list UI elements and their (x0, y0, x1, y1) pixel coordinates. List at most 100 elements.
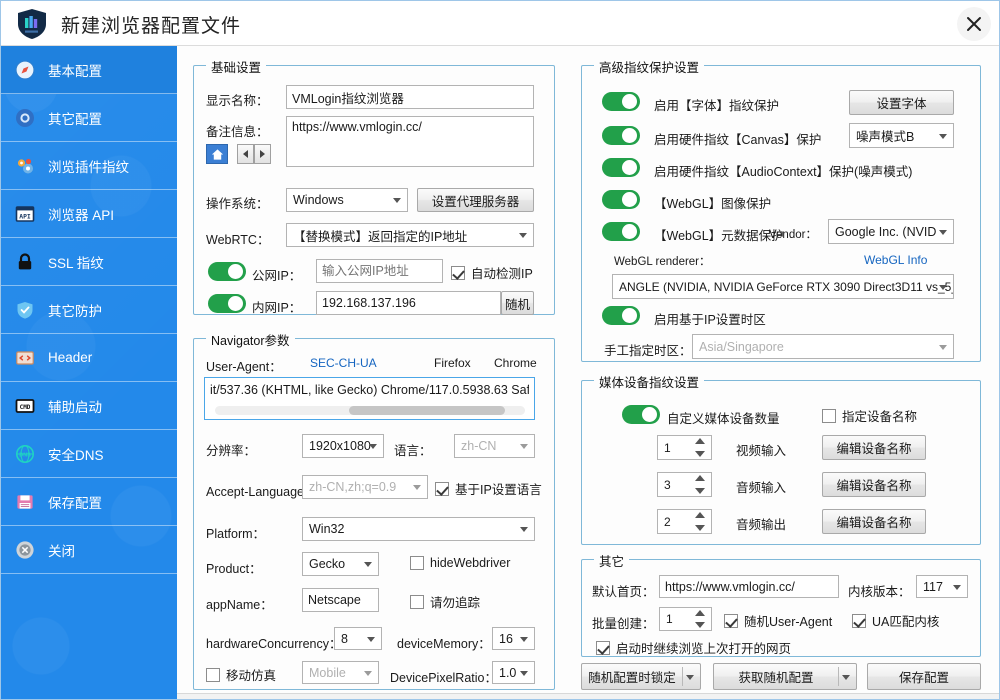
sidebar-item-plugin-fingerprint[interactable]: 浏览插件指纹 (1, 142, 177, 190)
sidebar-item-save-config[interactable]: 保存配置 (1, 478, 177, 526)
sec-ch-ua-tab[interactable]: SEC-CH-UA (310, 356, 377, 370)
sidebar-item-basic-config[interactable]: 基本配置 (1, 46, 177, 94)
spinner-down-icon[interactable] (695, 451, 705, 457)
webgl-renderer-select[interactable]: ANGLE (NVIDIA, NVIDIA GeForce RTX 3090 D… (612, 274, 954, 299)
sidebar-item-label: 其它配置 (48, 111, 102, 127)
sidebar-item-label: Header (48, 350, 93, 365)
platform-select[interactable]: Win32 (302, 517, 535, 541)
device-pixel-ratio-select[interactable]: 1.0 (492, 661, 535, 684)
close-circle-icon (14, 539, 36, 561)
vendor-select[interactable]: Google Inc. (NVID (828, 219, 954, 244)
edit-audio-input-device-name-button[interactable]: 编辑设备名称 (822, 472, 926, 497)
homepage-input[interactable] (659, 575, 839, 598)
spinner-up-icon[interactable] (695, 610, 705, 616)
chrome-ua-tab[interactable]: Chrome (494, 356, 537, 370)
sidebar-item-secure-dns[interactable]: DNS 安全DNS (1, 430, 177, 478)
language-select[interactable]: zh-CN (454, 434, 535, 458)
manual-timezone-select[interactable]: Asia/Singapore (692, 334, 954, 359)
canvas-mode-select[interactable]: 噪声模式B (849, 123, 954, 148)
os-select[interactable]: Windows (286, 188, 408, 212)
custom-media-count-toggle[interactable] (622, 405, 660, 424)
canvas-protect-toggle[interactable] (602, 126, 640, 145)
batch-create-spinner[interactable]: 1 (659, 607, 712, 631)
spinner-up-icon[interactable] (695, 475, 705, 481)
webrtc-select[interactable]: 【替换模式】返回指定的IP地址 (286, 223, 534, 247)
video-input-spinner[interactable]: 1 (657, 435, 712, 460)
random-user-agent-checkbox[interactable]: 随机User-Agent (724, 611, 832, 630)
language-label: 语言： (394, 444, 432, 458)
sidebar-item-browser-api[interactable]: API 浏览器 API (1, 190, 177, 238)
sidebar-item-assist-launch[interactable]: CMD 辅助启动 (1, 382, 177, 430)
lan-ip-input[interactable] (316, 291, 501, 315)
webgl-image-toggle[interactable] (602, 190, 640, 209)
appname-input[interactable] (302, 588, 379, 612)
spinner-up-icon[interactable] (695, 438, 705, 444)
chevron-down-icon (364, 670, 372, 676)
resolution-label: 分辨率： (206, 444, 257, 458)
group-title: Navigator参数 (206, 330, 295, 349)
remark-textarea[interactable]: https://www.vmlogin.cc/ (286, 116, 534, 167)
auto-detect-ip-checkbox[interactable]: 自动检测IP (451, 263, 533, 282)
hide-webdriver-checkbox[interactable]: hideWebdriver (410, 556, 510, 570)
triangle-right-icon[interactable] (254, 144, 271, 164)
webgl-info-link[interactable]: WebGL Info (864, 253, 927, 267)
do-not-track-checkbox[interactable]: 请勿追踪 (410, 592, 480, 611)
firefox-ua-tab[interactable]: Firefox (434, 356, 471, 370)
floppy-save-icon (14, 491, 36, 513)
audio-output-value: 2 (664, 514, 671, 529)
resolution-select[interactable]: 1920x1080 (302, 434, 384, 458)
mobile-device-value: Mobile (309, 665, 346, 680)
sidebar-item-other-config[interactable]: 其它配置 (1, 94, 177, 142)
sidebar-item-ssl-fingerprint[interactable]: SSL 指纹 (1, 238, 177, 286)
ua-match-kernel-checkbox[interactable]: UA匹配内核 (852, 611, 939, 630)
random-ip-button[interactable]: 随机 (501, 291, 534, 315)
checkbox-box (435, 481, 449, 496)
user-agent-textarea[interactable]: it/537.36 (KHTML, like Gecko) Chrome/117… (204, 377, 535, 420)
hardware-concurrency-select[interactable]: 8 (334, 627, 382, 650)
webgl-metadata-toggle[interactable] (602, 222, 640, 241)
restore-session-checkbox[interactable]: 启动时继续浏览上次打开的网页 (596, 638, 791, 657)
close-icon[interactable] (957, 7, 991, 41)
get-random-config-button[interactable]: 获取随机配置 (713, 663, 857, 690)
proxy-settings-button[interactable]: 设置代理服务器 (417, 188, 534, 212)
home-icon[interactable] (206, 144, 228, 164)
mobile-device-select[interactable]: Mobile (302, 661, 379, 684)
lan-ip-toggle[interactable] (208, 294, 246, 313)
public-ip-toggle[interactable] (208, 262, 246, 281)
public-ip-input[interactable] (316, 259, 443, 283)
kernel-version-select[interactable]: 117 (916, 575, 968, 598)
audio-output-spinner[interactable]: 2 (657, 509, 712, 534)
display-name-input[interactable] (286, 85, 534, 109)
triangle-left-icon[interactable] (237, 144, 254, 164)
lang-by-ip-checkbox[interactable]: 基于IP设置语言 (435, 479, 542, 498)
audio-input-spinner[interactable]: 3 (657, 472, 712, 497)
save-config-button[interactable]: 保存配置 (867, 663, 981, 690)
spinner-down-icon[interactable] (695, 488, 705, 494)
auto-detect-ip-label: 自动检测IP (471, 267, 533, 281)
accept-language-select[interactable]: zh-CN,zh;q=0.9 (302, 475, 428, 499)
get-random-config-label: 获取随机配置 (738, 671, 814, 685)
audiocontext-protect-toggle[interactable] (602, 158, 640, 177)
edit-video-device-name-button[interactable]: 编辑设备名称 (822, 435, 926, 460)
timezone-by-ip-toggle[interactable] (602, 306, 640, 325)
spinner-down-icon[interactable] (695, 622, 705, 628)
webrtc-label: WebRTC： (206, 233, 270, 247)
user-agent-scrollbar[interactable] (215, 406, 525, 415)
sidebar-item-header[interactable]: Header (1, 334, 177, 382)
spinner-down-icon[interactable] (695, 525, 705, 531)
lock-on-random-button[interactable]: 随机配置时锁定 (581, 663, 701, 690)
specify-device-name-checkbox[interactable]: 指定设备名称 (822, 406, 917, 425)
ua-match-kernel-label: UA匹配内核 (872, 615, 940, 629)
basic-settings-group: 基础设置 显示名称： 备注信息： https://www.vmlogin.cc/… (193, 57, 555, 315)
edit-audio-output-device-name-button[interactable]: 编辑设备名称 (822, 509, 926, 534)
sidebar-item-other-protection[interactable]: 其它防护 (1, 286, 177, 334)
webgl-renderer-label: WebGL renderer： (614, 256, 711, 268)
sidebar-item-close[interactable]: 关闭 (1, 526, 177, 574)
set-font-button[interactable]: 设置字体 (849, 90, 954, 115)
spinner-up-icon[interactable] (695, 512, 705, 518)
product-select[interactable]: Gecko (302, 552, 379, 576)
timezone-by-ip-label: 启用基于IP设置时区 (654, 313, 766, 327)
device-memory-select[interactable]: 16 (492, 627, 535, 650)
font-protect-toggle[interactable] (602, 92, 640, 111)
mobile-emulation-checkbox[interactable]: 移动仿真 (206, 665, 276, 684)
